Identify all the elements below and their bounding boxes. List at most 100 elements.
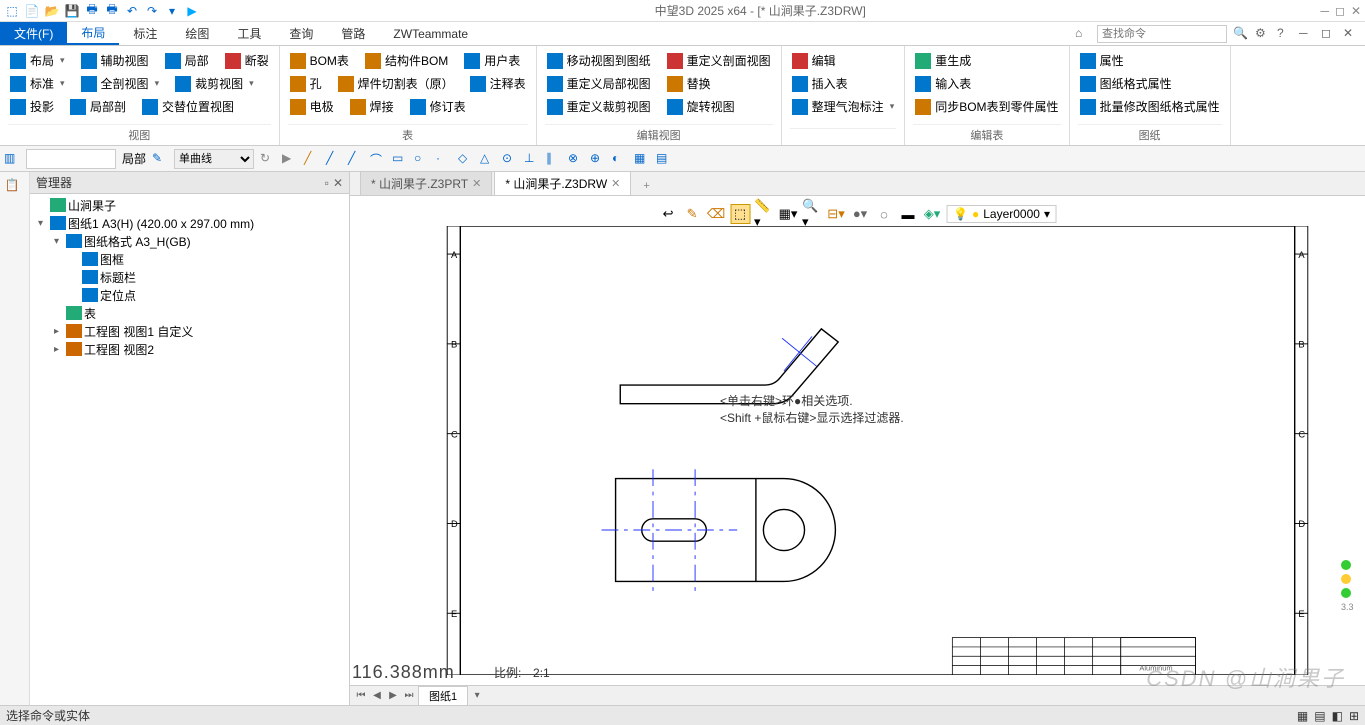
tb-refresh-icon[interactable]: ↻ bbox=[260, 151, 276, 167]
child-close-icon[interactable]: ✕ bbox=[1343, 26, 1359, 42]
minimize-icon[interactable]: ─ bbox=[1320, 4, 1329, 18]
status-icon-3[interactable]: ◧ bbox=[1332, 709, 1343, 723]
tb-line2-icon[interactable]: ╱ bbox=[326, 151, 342, 167]
menu-teammate[interactable]: ZWTeammate bbox=[379, 22, 482, 45]
vt-back-icon[interactable]: ↩ bbox=[658, 204, 678, 224]
tb-point-icon[interactable]: · bbox=[436, 151, 452, 167]
vt-grid-icon[interactable]: ▦▾ bbox=[778, 204, 798, 224]
tb-circle-icon[interactable]: ○ bbox=[414, 151, 430, 167]
menu-pipe[interactable]: 管路 bbox=[327, 22, 379, 45]
btn-bom[interactable]: BOM表 bbox=[288, 50, 351, 71]
menu-annotate[interactable]: 标注 bbox=[119, 22, 171, 45]
model-tree[interactable]: 山涧果子▾图纸1 A3(H) (420.00 x 297.00 mm)▾图纸格式… bbox=[30, 194, 349, 705]
btn-projection[interactable]: 投影 bbox=[8, 96, 56, 117]
tb-snap3-icon[interactable]: ⊙ bbox=[502, 151, 518, 167]
child-restore-icon[interactable]: ◻ bbox=[1321, 26, 1337, 42]
btn-replace[interactable]: 替换 bbox=[665, 73, 713, 94]
btn-standard[interactable]: 标准▾ bbox=[8, 73, 67, 94]
qat-dropdown-icon[interactable]: ▾ bbox=[164, 3, 180, 19]
btn-electrode[interactable]: 电极 bbox=[288, 96, 336, 117]
status-icon-4[interactable]: ⊞ bbox=[1349, 709, 1359, 723]
panel-undock-icon[interactable]: ▫ bbox=[325, 176, 329, 190]
close-icon[interactable]: ✕ bbox=[1351, 4, 1361, 18]
home-icon[interactable]: ⌂ bbox=[1075, 26, 1091, 42]
btn-note-table[interactable]: 注释表 bbox=[468, 73, 528, 94]
vt-dot-icon[interactable]: ◌ bbox=[874, 204, 894, 224]
sheet-first-icon[interactable]: ⏮ bbox=[354, 690, 368, 701]
btn-local[interactable]: 局部 bbox=[163, 50, 211, 71]
open-icon[interactable]: 📂 bbox=[44, 3, 60, 19]
pick-icon[interactable]: ✎ bbox=[152, 151, 168, 167]
tab-close-icon[interactable]: ✕ bbox=[472, 177, 481, 190]
tb-snap9-icon[interactable]: ▦ bbox=[634, 151, 650, 167]
btn-sheet-format-props[interactable]: 图纸格式属性 bbox=[1078, 73, 1174, 94]
sheet-add-icon[interactable]: ▾ bbox=[470, 690, 484, 701]
btn-hole[interactable]: 孔 bbox=[288, 73, 324, 94]
menu-file[interactable]: 文件(F) bbox=[0, 22, 67, 45]
new-icon[interactable]: 📄 bbox=[24, 3, 40, 19]
btn-batch-format[interactable]: 批量修改图纸格式属性 bbox=[1078, 96, 1222, 117]
btn-edit[interactable]: 编辑 bbox=[790, 50, 838, 71]
save-icon[interactable]: 💾 bbox=[64, 3, 80, 19]
menu-query[interactable]: 查询 bbox=[275, 22, 327, 45]
btn-redef-crop[interactable]: 重定义裁剪视图 bbox=[545, 96, 653, 117]
vt-solid-icon[interactable]: ▬ bbox=[898, 204, 918, 224]
btn-redef-local[interactable]: 重定义局部视图 bbox=[545, 73, 653, 94]
tree-item[interactable]: 表 bbox=[30, 304, 349, 322]
tb-snap10-icon[interactable]: ▤ bbox=[656, 151, 672, 167]
menu-tools[interactable]: 工具 bbox=[223, 22, 275, 45]
sheet-last-icon[interactable]: ⏭ bbox=[402, 690, 416, 701]
tb-arc-icon[interactable]: ⌒ bbox=[370, 151, 386, 167]
tb-snap5-icon[interactable]: ∥ bbox=[546, 151, 562, 167]
btn-struct-bom[interactable]: 结构件BOM bbox=[363, 50, 450, 71]
btn-full-section[interactable]: 全剖视图▾ bbox=[79, 73, 162, 94]
undo-icon[interactable]: ↶ bbox=[124, 3, 140, 19]
search-input[interactable] bbox=[1097, 25, 1227, 43]
filter-input[interactable] bbox=[26, 149, 116, 169]
vt-measure-icon[interactable]: 📏▾ bbox=[754, 204, 774, 224]
tree-item[interactable]: ▸工程图 视图1 自定义 bbox=[30, 322, 349, 340]
drawing-canvas[interactable]: <单击右键>环●相关选项. <Shift +鼠标右键>显示选择过滤器. ↩ ✎ … bbox=[350, 196, 1365, 685]
doc-tab-drw[interactable]: * 山涧果子.Z3DRW✕ bbox=[494, 171, 631, 195]
menu-layout[interactable]: 布局 bbox=[67, 22, 119, 45]
filter-icon[interactable]: ▥ bbox=[4, 151, 20, 167]
btn-input-table[interactable]: 输入表 bbox=[913, 73, 973, 94]
vt-select-icon[interactable]: ⬚ bbox=[730, 204, 750, 224]
vt-pen-icon[interactable]: ✎ bbox=[682, 204, 702, 224]
tb-play-icon[interactable]: ▶ bbox=[282, 151, 298, 167]
tb-line3-icon[interactable]: ╱ bbox=[348, 151, 364, 167]
tb-snap8-icon[interactable]: ◐ bbox=[612, 151, 628, 167]
btn-rotate-view[interactable]: 旋转视图 bbox=[665, 96, 737, 117]
tb-line1-icon[interactable]: ╱ bbox=[304, 151, 320, 167]
btn-crop-view[interactable]: 裁剪视图▾ bbox=[173, 73, 256, 94]
vt-shade-icon[interactable]: ●▾ bbox=[850, 204, 870, 224]
menu-draw[interactable]: 绘图 bbox=[171, 22, 223, 45]
app-icon[interactable]: ⬚ bbox=[4, 3, 20, 19]
sheet-prev-icon[interactable]: ◀ bbox=[370, 690, 384, 701]
btn-local-section[interactable]: 局部剖 bbox=[68, 96, 128, 117]
print-preview-icon[interactable]: 🖶 bbox=[104, 3, 120, 19]
tab-close-icon[interactable]: ✕ bbox=[611, 177, 620, 190]
btn-break[interactable]: 断裂 bbox=[223, 50, 271, 71]
vt-layer-icon[interactable]: ◈▾ bbox=[922, 204, 942, 224]
tree-item[interactable]: 标题栏 bbox=[30, 268, 349, 286]
btn-user-table[interactable]: 用户表 bbox=[462, 50, 522, 71]
btn-weld[interactable]: 焊接 bbox=[348, 96, 396, 117]
add-tab-button[interactable]: + bbox=[633, 177, 659, 195]
doc-tab-prt[interactable]: * 山涧果子.Z3PRT✕ bbox=[360, 171, 492, 195]
tree-item[interactable]: ▾图纸1 A3(H) (420.00 x 297.00 mm) bbox=[30, 214, 349, 232]
print-icon[interactable]: 🖶 bbox=[84, 3, 100, 19]
tree-item[interactable]: 山涧果子 bbox=[30, 196, 349, 214]
vt-eraser-icon[interactable]: ⌫ bbox=[706, 204, 726, 224]
redo-icon[interactable]: ↷ bbox=[144, 3, 160, 19]
tb-snap6-icon[interactable]: ⊗ bbox=[568, 151, 584, 167]
btn-balloon[interactable]: 整理气泡标注▾ bbox=[790, 96, 897, 117]
btn-insert-table[interactable]: 插入表 bbox=[790, 73, 850, 94]
tb-snap1-icon[interactable]: ◇ bbox=[458, 151, 474, 167]
help-icon[interactable]: ? bbox=[1277, 26, 1293, 42]
tree-item[interactable]: ▸工程图 视图2 bbox=[30, 340, 349, 358]
btn-props[interactable]: 属性 bbox=[1078, 50, 1126, 71]
btn-weld-cut[interactable]: 焊件切割表（原） bbox=[336, 73, 456, 94]
btn-aux-view[interactable]: 辅助视图 bbox=[79, 50, 151, 71]
maximize-icon[interactable]: ◻ bbox=[1335, 4, 1345, 18]
